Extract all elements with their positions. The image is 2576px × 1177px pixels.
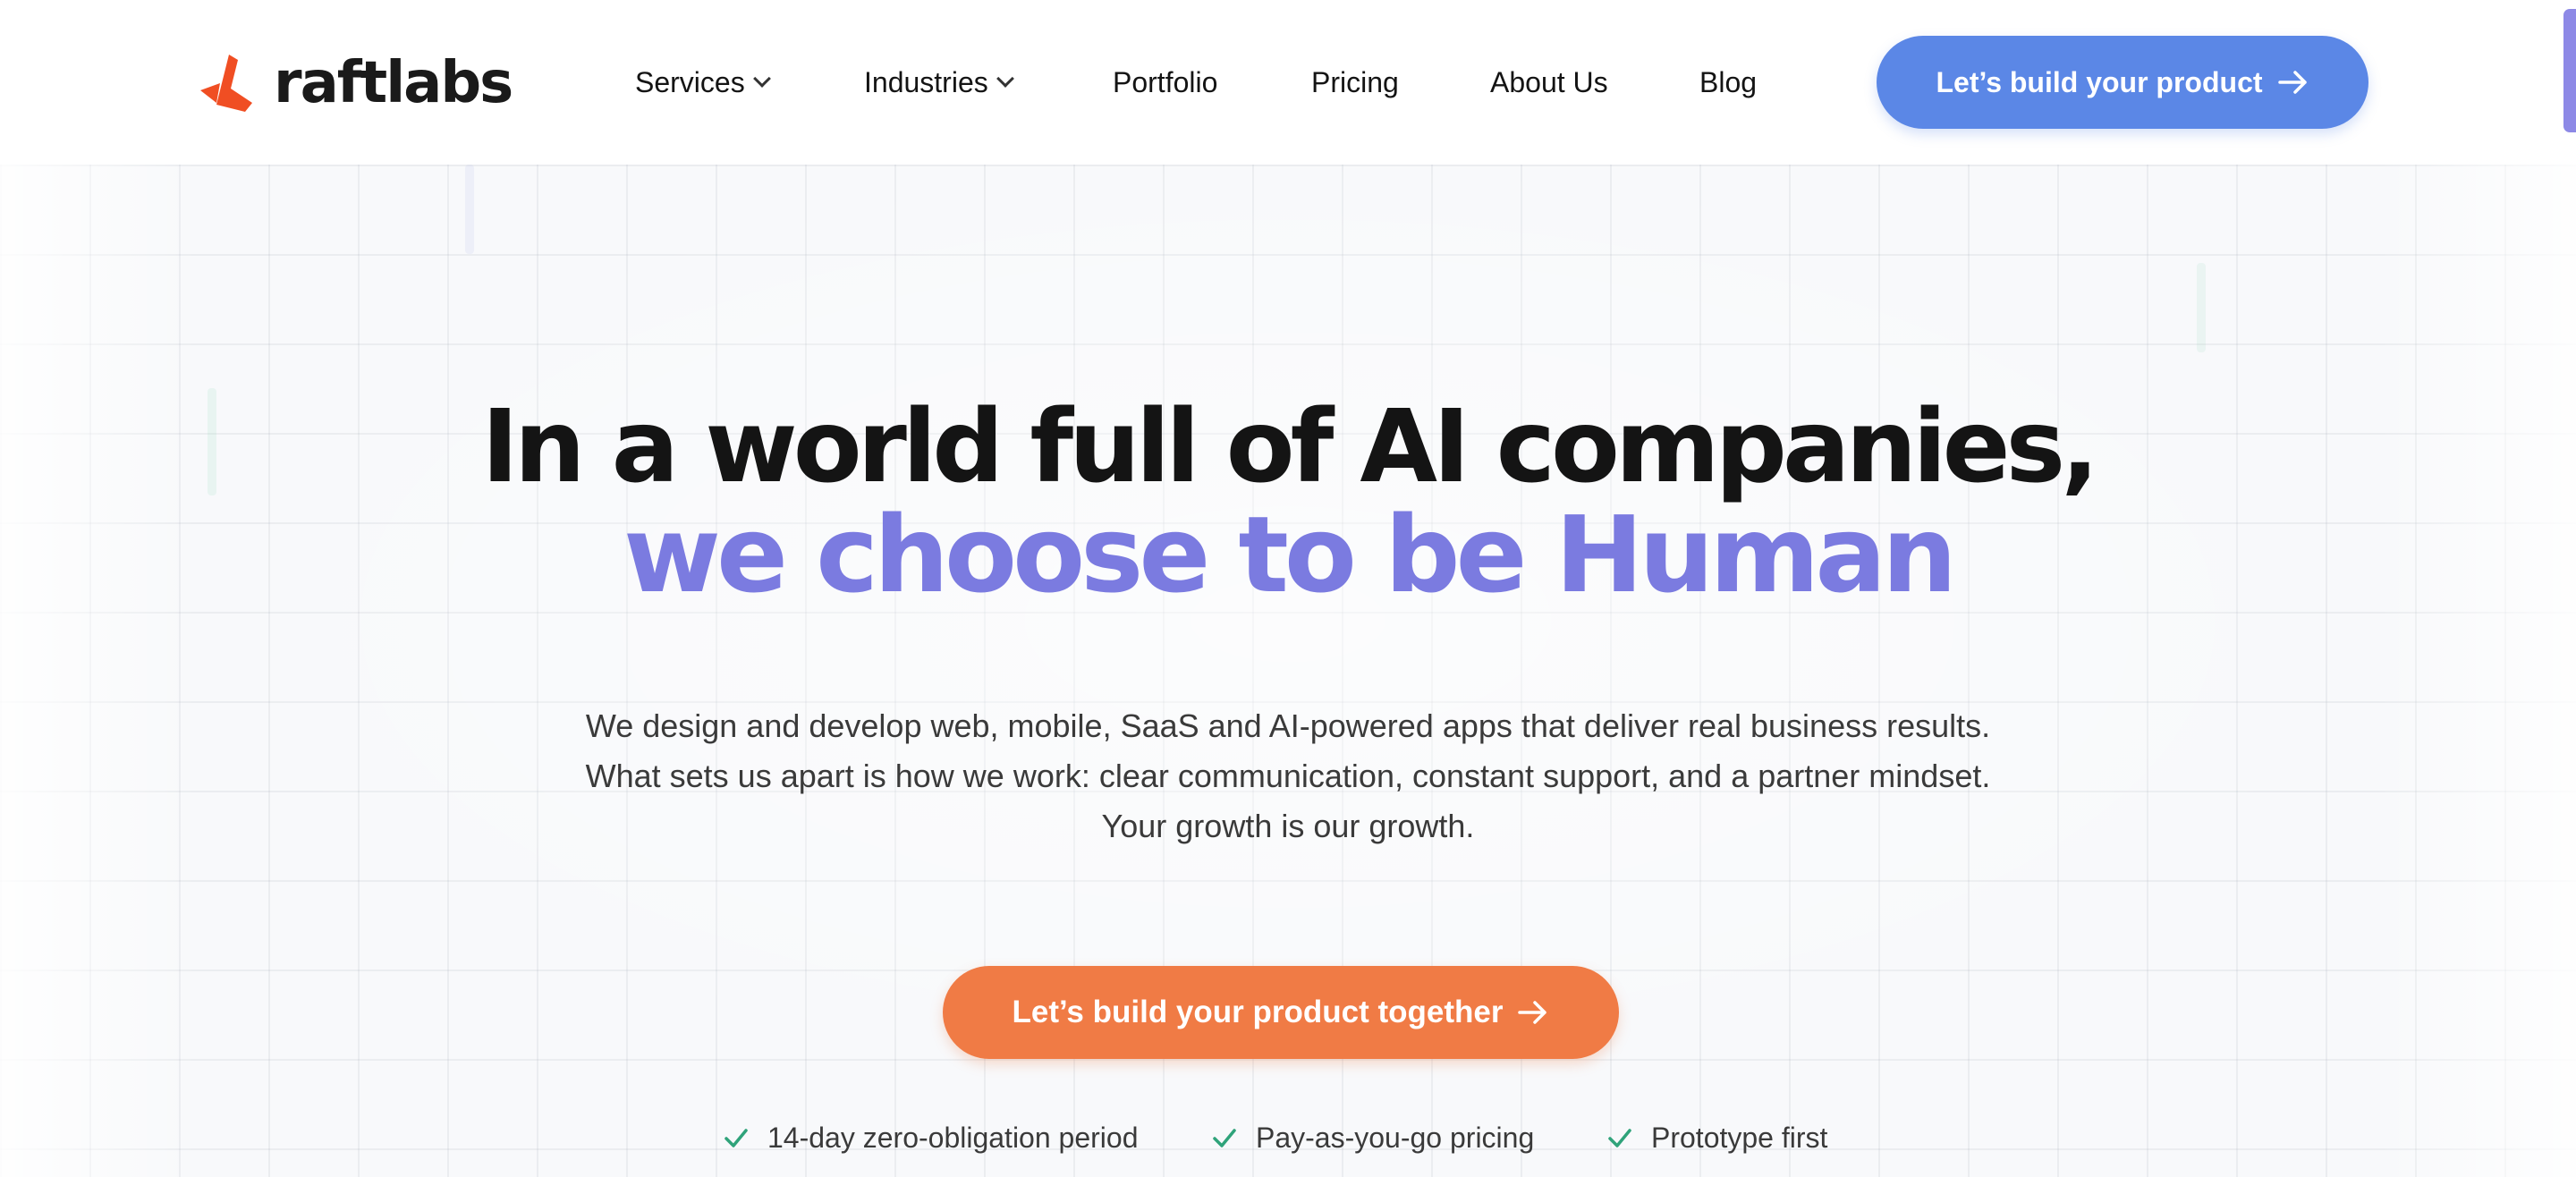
nav-item-portfolio[interactable]: Portfolio <box>1113 57 1217 107</box>
hero-features-list: 14-day zero-obligation period Pay-as-you… <box>0 1116 2576 1159</box>
feature-label: Pay-as-you-go pricing <box>1256 1121 1535 1154</box>
feature-item: Pay-as-you-go pricing <box>1211 1116 1534 1159</box>
header-cta-button[interactable]: Let’s build your product <box>1877 36 2368 129</box>
hero-description: We design and develop web, mobile, SaaS … <box>0 701 2576 851</box>
page: raftlabs Services Industries Portfolio P… <box>0 0 2576 1177</box>
hero-description-line: We design and develop web, mobile, SaaS … <box>585 707 1991 744</box>
check-icon <box>1608 1129 1631 1147</box>
nav-item-label: Pricing <box>1311 65 1399 98</box>
nav-item-about-us[interactable]: About Us <box>1490 57 1608 107</box>
nav-item-label: Industries <box>864 65 988 98</box>
hero-headline-accent: we choose to be Human <box>623 493 1957 616</box>
nav-item-industries[interactable]: Industries <box>864 57 1014 107</box>
chevron-down-icon <box>996 70 1014 88</box>
nav-item-label: Blog <box>1699 65 1758 98</box>
check-icon <box>1213 1129 1236 1147</box>
site-header: raftlabs Services Industries Portfolio P… <box>0 0 2576 165</box>
hero-cta-label: Let’s build your product together <box>1012 995 1504 1029</box>
arrow-right-icon <box>2277 71 2307 94</box>
nav-item-label: Portfolio <box>1113 65 1218 98</box>
brand-logo[interactable]: raftlabs <box>199 50 513 116</box>
decorative-accent-bar <box>465 165 474 254</box>
nav-item-services[interactable]: Services <box>635 57 771 107</box>
chevron-down-icon <box>752 70 771 88</box>
feature-item: 14-day zero-obligation period <box>723 1116 1138 1159</box>
hero-description-line: What sets us apart is how we work: clear… <box>585 758 1991 794</box>
page-scrollbar-thumb[interactable] <box>2563 9 2576 132</box>
hero-headline: In a world full of AI companies, <box>481 389 2099 505</box>
nav-item-label: About Us <box>1490 65 1608 98</box>
nav-item-pricing[interactable]: Pricing <box>1311 57 1399 107</box>
feature-label: 14-day zero-obligation period <box>767 1121 1139 1154</box>
check-icon <box>724 1129 748 1147</box>
feature-label: Prototype first <box>1651 1121 1828 1154</box>
feature-item: Prototype first <box>1606 1116 1827 1159</box>
decorative-accent-bar <box>2197 263 2206 352</box>
nav-item-label: Services <box>635 65 745 98</box>
header-cta-label: Let’s build your product <box>1936 65 2263 98</box>
raftlabs-logo-icon <box>200 55 252 112</box>
nav-item-blog[interactable]: Blog <box>1699 57 1757 107</box>
arrow-right-icon <box>1518 1001 1547 1024</box>
brand-name: raftlabs <box>274 50 513 116</box>
hero-cta-button[interactable]: Let’s build your product together <box>943 966 1619 1059</box>
hero-description-line: Your growth is our growth. <box>1101 808 1475 844</box>
